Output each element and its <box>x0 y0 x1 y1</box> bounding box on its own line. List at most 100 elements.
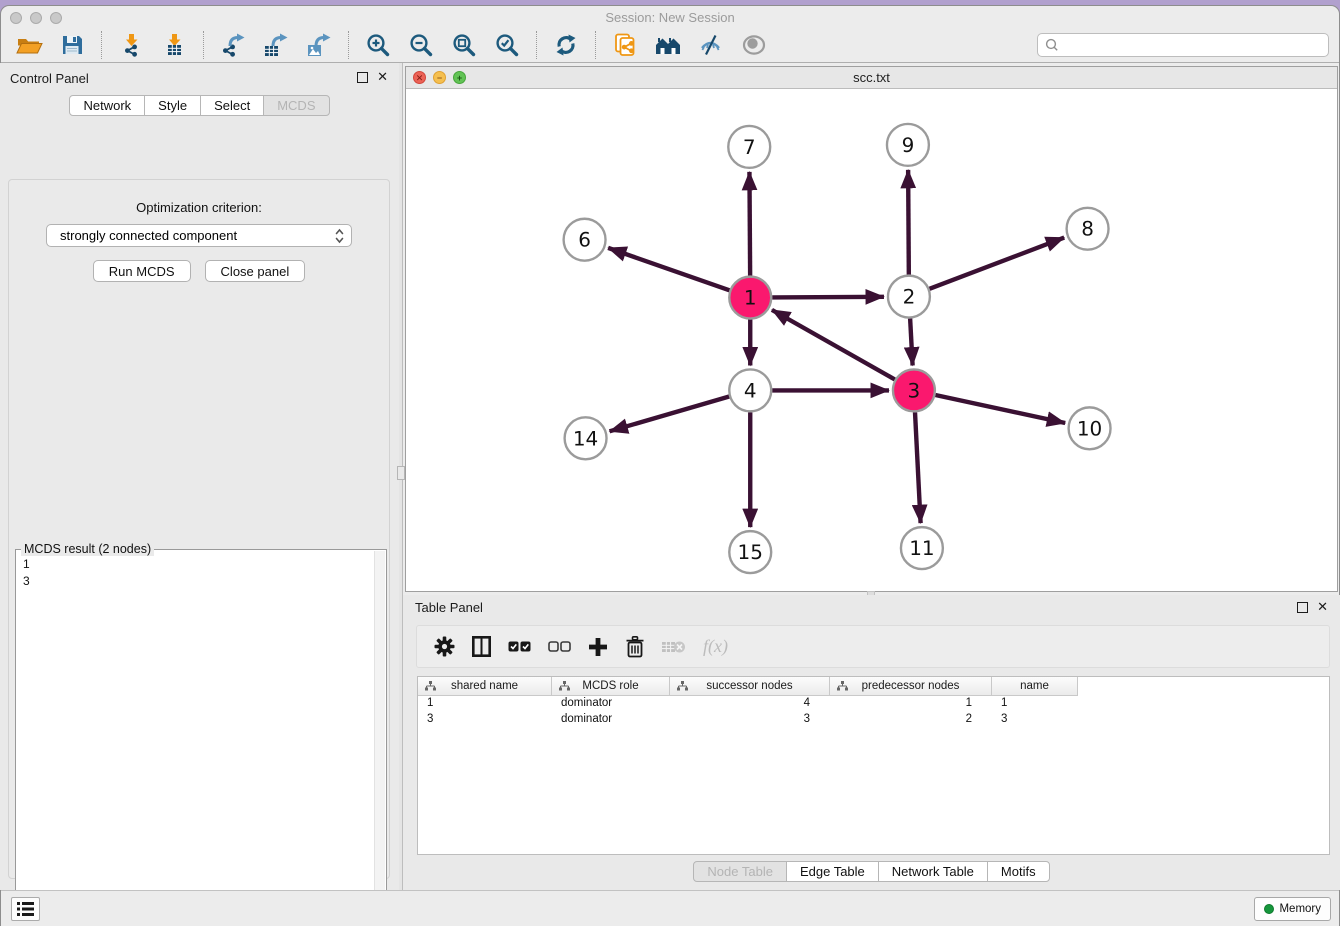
divider-grip[interactable] <box>397 466 405 480</box>
tab-edge-table[interactable]: Edge Table <box>786 861 879 882</box>
network-close-button[interactable]: ✕ <box>413 71 426 84</box>
tab-mcds[interactable]: MCDS <box>263 95 329 116</box>
float-panel-icon[interactable] <box>357 72 368 83</box>
show-all-icon <box>741 33 767 57</box>
memory-button[interactable]: Memory <box>1254 897 1331 921</box>
graph-node-14[interactable]: 14 <box>565 417 607 459</box>
svg-text:11: 11 <box>909 536 934 560</box>
hide-selected-button[interactable] <box>693 30 729 60</box>
apply-layout-button[interactable] <box>548 30 584 60</box>
app-root: Session: New Session Control Panel ✕ Net… <box>0 0 1340 926</box>
network-maximize-button[interactable]: + <box>453 71 466 84</box>
zoom-selected-button[interactable] <box>489 30 525 60</box>
result-scrollbar[interactable] <box>374 551 385 926</box>
first-neighbors-button[interactable] <box>650 30 686 60</box>
close-panel-button[interactable]: Close panel <box>205 260 306 282</box>
graph-node-11[interactable]: 11 <box>901 527 943 569</box>
search-input[interactable] <box>1060 36 1328 54</box>
import-network-button[interactable] <box>113 30 149 60</box>
show-all-button[interactable] <box>736 30 772 60</box>
search-field[interactable] <box>1037 33 1329 57</box>
zoom-fit-button[interactable] <box>446 30 482 60</box>
graph-node-1[interactable]: 1 <box>729 277 771 319</box>
network-from-selection-icon <box>613 33 637 57</box>
table-panel-title: Table Panel <box>415 600 483 615</box>
column-header-predecessor-nodes[interactable]: predecessor nodes <box>830 677 992 696</box>
tab-style[interactable]: Style <box>144 95 201 116</box>
float-table-panel-icon[interactable] <box>1297 602 1308 613</box>
select-all-rows-icon <box>508 641 531 652</box>
graph-node-9[interactable]: 9 <box>887 124 929 166</box>
column-header-name[interactable]: name <box>992 677 1078 696</box>
graph-edge-1-6[interactable] <box>608 248 729 290</box>
select-all-rows-button[interactable] <box>508 632 531 662</box>
export-network-button[interactable] <box>215 30 251 60</box>
graph-edge-3-10[interactable] <box>935 395 1065 423</box>
show-hide-columns-button[interactable] <box>472 632 491 662</box>
column-header-MCDS-role[interactable]: MCDS role <box>552 677 670 696</box>
graph-node-7[interactable]: 7 <box>728 126 770 168</box>
zoom-in-button[interactable] <box>360 30 396 60</box>
tab-network-table[interactable]: Network Table <box>878 861 988 882</box>
table-mode-gear-button[interactable] <box>434 632 455 662</box>
cell-MCDS-role[interactable]: dominator <box>552 696 670 712</box>
cell-predecessor-nodes[interactable]: 2 <box>830 712 992 728</box>
deselect-all-rows-button[interactable] <box>548 632 571 662</box>
cell-shared-name[interactable]: 3 <box>418 712 552 728</box>
network-canvas[interactable]: 7 9 6 8 1 2 4 3 14 10 15 11 <box>406 89 1337 591</box>
export-table-button[interactable] <box>258 30 294 60</box>
graph-edge-1-7[interactable] <box>749 172 750 276</box>
tab-node-table[interactable]: Node Table <box>693 861 787 882</box>
graph-node-2[interactable]: 2 <box>888 276 930 318</box>
run-mcds-button[interactable]: Run MCDS <box>93 260 191 282</box>
graph-edge-2-3[interactable] <box>910 319 912 366</box>
graph-node-10[interactable]: 10 <box>1069 407 1111 449</box>
graph-edge-3-11[interactable] <box>915 412 921 523</box>
graph-node-8[interactable]: 8 <box>1067 208 1109 250</box>
delete-table-button <box>662 632 686 662</box>
column-header-shared-name[interactable]: shared name <box>418 677 552 696</box>
export-image-icon <box>307 33 331 57</box>
cell-name[interactable]: 3 <box>992 712 1078 728</box>
column-header-successor-nodes[interactable]: successor nodes <box>670 677 830 696</box>
open-file-button[interactable] <box>11 30 47 60</box>
tab-select[interactable]: Select <box>200 95 264 116</box>
network-from-selection-button[interactable] <box>607 30 643 60</box>
import-table-button[interactable] <box>156 30 192 60</box>
graph-edge-1-2[interactable] <box>772 297 884 298</box>
hide-selected-icon <box>699 33 723 57</box>
window-title: Session: New Session <box>0 10 1340 25</box>
graph-edge-4-14[interactable] <box>610 396 730 431</box>
cell-shared-name[interactable]: 1 <box>418 696 552 712</box>
graph-edge-2-8[interactable] <box>929 238 1064 289</box>
table-row[interactable]: 1dominator411 <box>418 696 1329 712</box>
main-toolbar <box>1 28 1339 63</box>
tab-network[interactable]: Network <box>69 95 145 116</box>
zoom-out-button[interactable] <box>403 30 439 60</box>
cell-successor-nodes[interactable]: 4 <box>670 696 830 712</box>
network-minimize-button[interactable]: − <box>433 71 446 84</box>
network-title: scc.txt <box>406 67 1337 88</box>
export-image-button[interactable] <box>301 30 337 60</box>
graph-node-15[interactable]: 15 <box>729 531 771 573</box>
graph-edge-3-1[interactable] <box>772 310 895 380</box>
graph-node-6[interactable]: 6 <box>564 219 606 261</box>
criterion-dropdown[interactable]: strongly connected component <box>46 224 352 247</box>
cell-name[interactable]: 1 <box>992 696 1078 712</box>
cell-predecessor-nodes[interactable]: 1 <box>830 696 992 712</box>
network-window-titlebar[interactable]: ✕ − + scc.txt <box>406 67 1337 89</box>
delete-columns-button[interactable] <box>625 632 645 662</box>
close-panel-icon[interactable]: ✕ <box>377 69 388 85</box>
table-row[interactable]: 3dominator323 <box>418 712 1329 728</box>
tab-motifs[interactable]: Motifs <box>987 861 1050 882</box>
create-column-button[interactable] <box>588 632 608 662</box>
mcds-result-list[interactable]: 13 <box>16 550 386 590</box>
graph-node-4[interactable]: 4 <box>729 369 771 411</box>
cell-successor-nodes[interactable]: 3 <box>670 712 830 728</box>
graph-edge-2-9[interactable] <box>908 170 909 275</box>
save-session-button[interactable] <box>54 30 90 60</box>
close-table-panel-icon[interactable]: ✕ <box>1317 599 1328 615</box>
graph-node-3[interactable]: 3 <box>893 369 935 411</box>
task-history-button[interactable] <box>11 897 40 921</box>
cell-MCDS-role[interactable]: dominator <box>552 712 670 728</box>
